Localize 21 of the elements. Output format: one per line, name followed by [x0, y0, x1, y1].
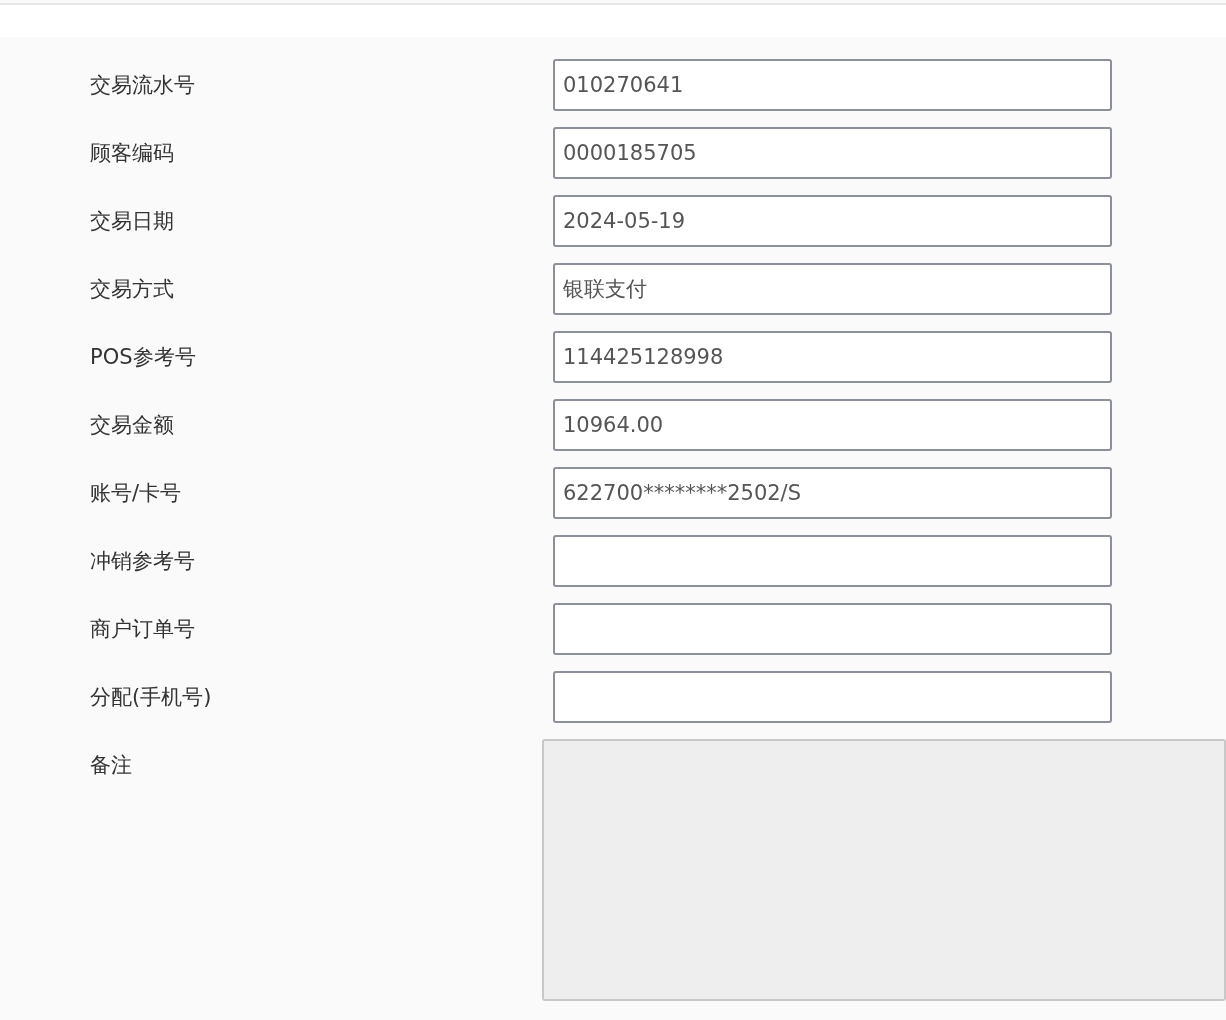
- field-label: 交易日期: [89, 208, 175, 235]
- text-field[interactable]: 10964.00: [553, 399, 1112, 451]
- text-field[interactable]: [553, 603, 1112, 655]
- field-label: POS参考号: [89, 344, 197, 371]
- text-field[interactable]: 2024-05-19: [553, 195, 1112, 247]
- text-field[interactable]: 622700********2502/S: [553, 467, 1112, 519]
- field-label: 交易金额: [89, 412, 175, 439]
- field-label: 备注: [89, 752, 133, 779]
- text-field[interactable]: 010270641: [553, 59, 1112, 111]
- field-label: 冲销参考号: [89, 548, 196, 575]
- text-field[interactable]: 银联支付: [553, 263, 1112, 315]
- text-field[interactable]: 114425128998: [553, 331, 1112, 383]
- field-label: 商户订单号: [89, 616, 196, 643]
- field-label: 交易流水号: [89, 72, 196, 99]
- field-label: 分配(手机号): [89, 684, 213, 711]
- text-field[interactable]: 0000185705: [553, 127, 1112, 179]
- field-label: 交易方式: [89, 276, 175, 303]
- field-label: 顾客编码: [89, 140, 175, 167]
- text-field[interactable]: [553, 671, 1112, 723]
- text-field[interactable]: [553, 535, 1112, 587]
- field-label: 账号/卡号: [89, 480, 183, 507]
